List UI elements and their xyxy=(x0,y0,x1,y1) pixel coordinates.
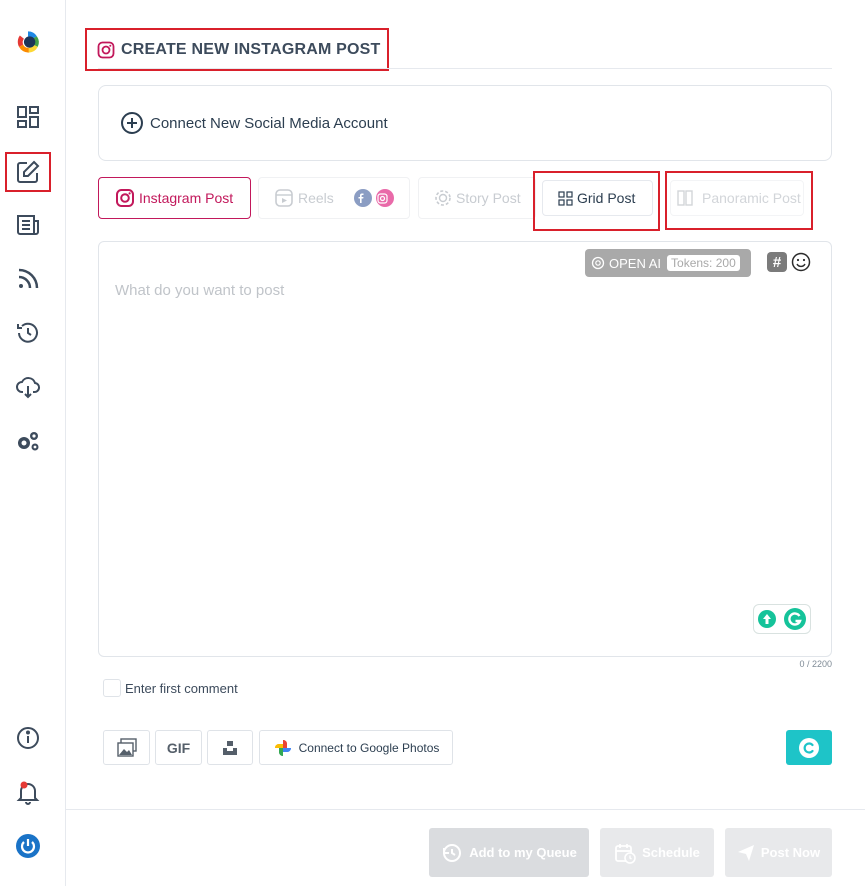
add-image-button[interactable] xyxy=(103,730,150,765)
tab-instagram-post[interactable]: Instagram Post xyxy=(98,177,251,219)
settings-icon[interactable] xyxy=(5,421,51,461)
page-title: CREATE NEW INSTAGRAM POST xyxy=(85,28,389,71)
post-now-button[interactable]: Post Now xyxy=(725,828,832,877)
tab-story-post-label: Story Post xyxy=(456,190,521,206)
add-to-queue-label: Add to my Queue xyxy=(469,845,577,860)
history-icon[interactable] xyxy=(5,313,51,353)
connect-account-label: Connect New Social Media Account xyxy=(150,114,388,132)
feed-icon[interactable] xyxy=(5,205,51,245)
sidebar xyxy=(0,0,66,886)
unsplash-button[interactable] xyxy=(207,730,253,765)
google-photos-label: Connect to Google Photos xyxy=(298,740,440,755)
send-icon xyxy=(737,844,754,861)
header-divider xyxy=(98,68,832,69)
compose-icon[interactable] xyxy=(5,152,51,192)
story-icon xyxy=(435,190,451,206)
connect-account-button[interactable]: Connect New Social Media Account xyxy=(98,85,832,161)
reels-icon xyxy=(275,189,293,207)
notification-bell-icon[interactable] xyxy=(5,772,51,812)
canva-button[interactable] xyxy=(786,730,832,765)
canva-icon xyxy=(799,737,819,758)
openai-label: OPEN AI xyxy=(609,255,662,271)
logo-icon[interactable] xyxy=(5,22,51,62)
dashboard-icon[interactable] xyxy=(5,97,51,137)
tab-reels-label: Reels xyxy=(298,190,334,206)
tab-grid-post-label: Grid Post xyxy=(577,190,636,206)
char-count: 0 / 2200 xyxy=(799,659,832,669)
post-text-placeholder: What do you want to post xyxy=(115,282,285,299)
tokens-badge: Tokens: 200 xyxy=(667,255,740,271)
tab-panoramic-post[interactable]: Panoramic Post xyxy=(670,180,804,216)
openai-icon xyxy=(591,256,605,270)
image-icon xyxy=(116,737,137,757)
instagram-icon xyxy=(97,41,115,58)
schedule-label: Schedule xyxy=(642,845,700,860)
google-photos-icon xyxy=(274,739,291,756)
tab-panoramic-post-label: Panoramic Post xyxy=(702,190,801,206)
info-icon[interactable] xyxy=(5,718,51,758)
grammarly-widget[interactable] xyxy=(753,604,811,634)
grammarly-icon xyxy=(784,608,806,630)
connect-google-photos-button[interactable]: Connect to Google Photos xyxy=(259,730,453,765)
panoramic-icon xyxy=(677,190,693,206)
add-to-queue-button[interactable]: Add to my Queue xyxy=(429,828,589,877)
tab-instagram-post-label: Instagram Post xyxy=(139,190,234,206)
emoji-icon[interactable] xyxy=(791,252,811,272)
power-icon[interactable] xyxy=(5,826,51,866)
tab-grid-post[interactable]: Grid Post xyxy=(542,180,653,216)
cloud-download-icon[interactable] xyxy=(5,367,51,407)
facebook-icon xyxy=(353,189,372,207)
hashtag-button[interactable]: # xyxy=(767,252,787,272)
plus-circle-icon xyxy=(121,112,143,134)
add-gif-button[interactable]: GIF xyxy=(155,730,202,765)
rss-icon[interactable] xyxy=(5,259,51,299)
footer-divider xyxy=(66,809,865,810)
tab-reels[interactable]: Reels xyxy=(258,177,410,219)
unsplash-icon xyxy=(223,740,237,755)
calendar-clock-icon xyxy=(615,843,636,864)
openai-button[interactable]: OPEN AI Tokens: 200 xyxy=(585,249,751,277)
post-editor[interactable]: OPEN AI Tokens: 200 # What do you want t… xyxy=(98,241,832,657)
first-comment-label: Enter first comment xyxy=(125,680,238,696)
page-title-text: CREATE NEW INSTAGRAM POST xyxy=(121,40,381,58)
first-comment-toggle[interactable]: Enter first comment xyxy=(103,679,238,697)
instagram-badge-icon xyxy=(375,189,394,207)
instagram-icon xyxy=(116,189,134,207)
first-comment-checkbox[interactable] xyxy=(103,679,121,697)
tab-story-post[interactable]: Story Post xyxy=(418,177,536,219)
queue-icon xyxy=(443,843,462,862)
schedule-button[interactable]: Schedule xyxy=(600,828,714,877)
lightbulb-icon xyxy=(758,610,776,628)
grid-icon xyxy=(558,190,573,206)
post-now-label: Post Now xyxy=(760,845,821,860)
